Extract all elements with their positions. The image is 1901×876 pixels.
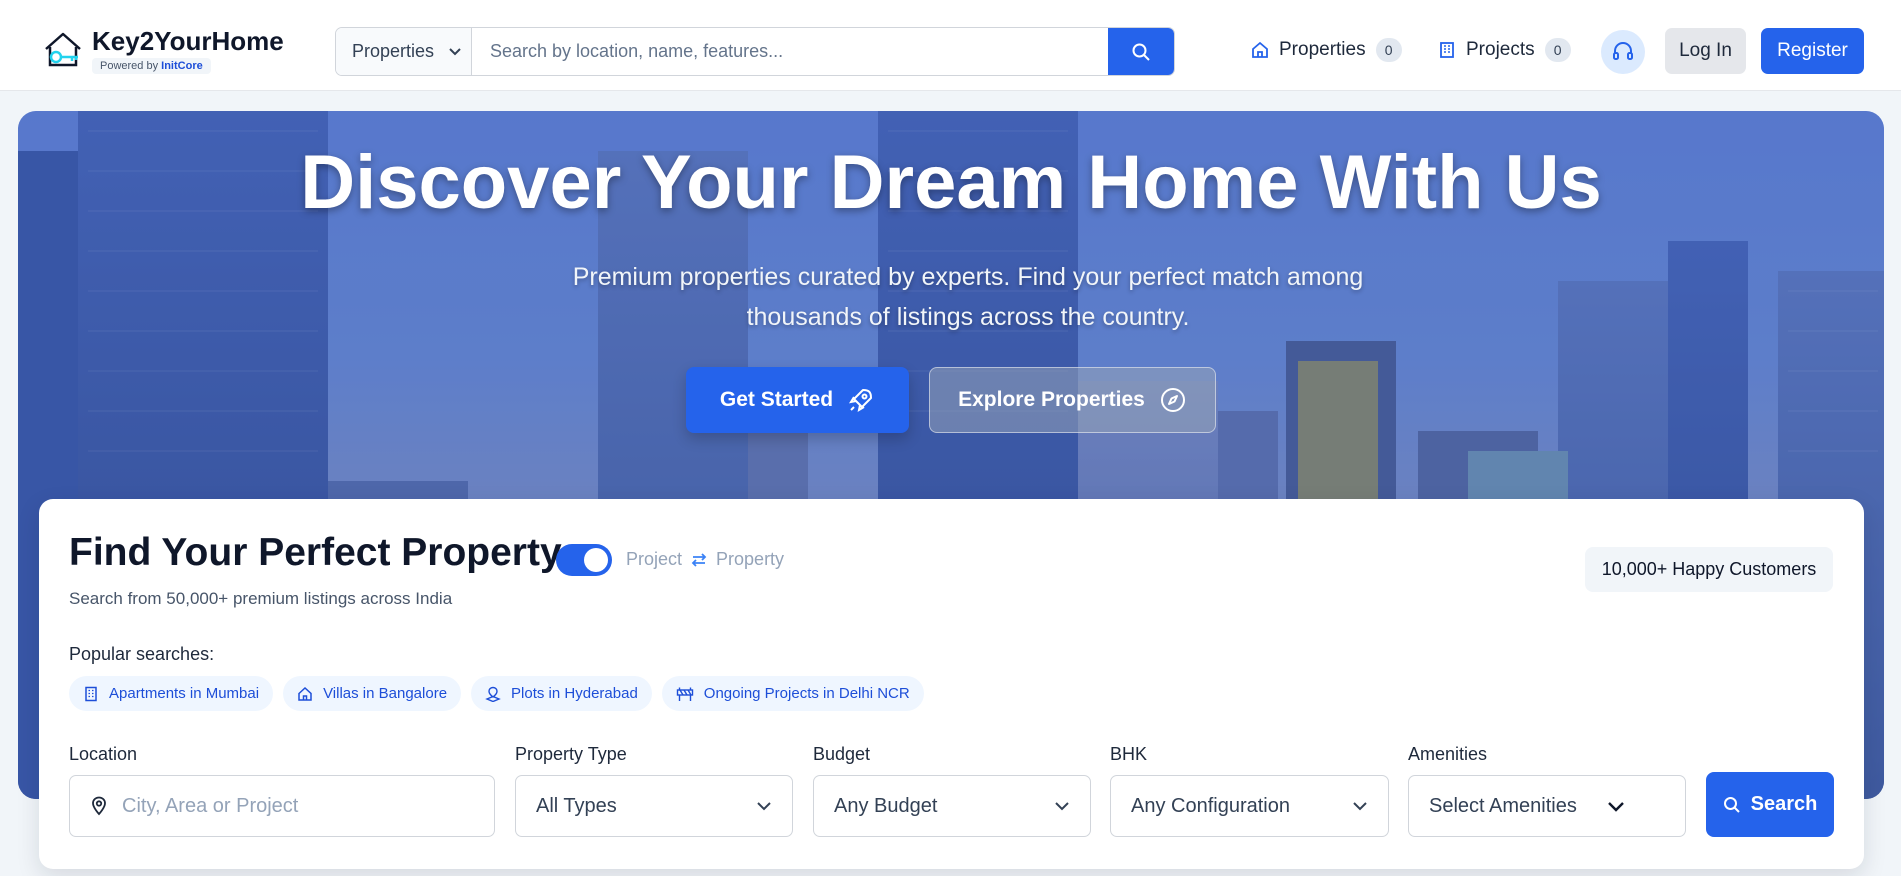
popular-search-chip[interactable]: Apartments in Mumbai: [69, 676, 274, 711]
hero-title: Discover Your Dream Home With Us: [300, 140, 1602, 225]
brand-logo[interactable]: Key2YourHome Powered by InitCore: [40, 26, 284, 74]
toggle-right-label: Property: [716, 549, 785, 569]
search-category-value: Properties: [352, 41, 435, 61]
plot-icon: [485, 686, 501, 702]
powered-by-prefix: Powered by: [100, 60, 159, 72]
property-type-select[interactable]: All Types: [515, 775, 793, 837]
rocket-icon: [849, 389, 873, 413]
popular-search-label: Plots in Hyderabad: [511, 685, 638, 702]
support-button[interactable]: [1601, 30, 1645, 74]
property-type-label: Property Type: [515, 744, 627, 764]
swap-arrows-icon: [691, 552, 707, 567]
get-started-button[interactable]: Get Started: [686, 367, 909, 433]
global-search: Properties Search by location, name, fea…: [335, 27, 1175, 76]
nav-properties-label: Properties: [1279, 39, 1366, 60]
budget-value: Any Budget: [834, 794, 938, 817]
search-input[interactable]: Search by location, name, features...: [472, 28, 1108, 75]
nav-projects-label: Projects: [1466, 39, 1535, 60]
popular-search-label: Apartments in Mumbai: [109, 685, 260, 702]
toggle-knob: [584, 548, 608, 572]
chevron-down-icon: [449, 47, 461, 55]
brand-name: Key2YourHome: [92, 26, 284, 56]
bhk-label: BHK: [1110, 744, 1148, 764]
budget-select[interactable]: Any Budget: [813, 775, 1091, 837]
villa-icon: [298, 686, 312, 701]
project-property-toggle[interactable]: [556, 544, 612, 576]
location-placeholder: City, Area or Project: [122, 794, 299, 817]
search-icon: [1132, 43, 1150, 61]
search-submit-button[interactable]: [1108, 28, 1174, 75]
bhk-value: Any Configuration: [1131, 794, 1290, 817]
compass-icon: [1160, 388, 1185, 412]
nav-projects-link[interactable]: Projects 0: [1438, 38, 1571, 62]
property-search-label: Search: [1750, 793, 1818, 815]
chevron-down-icon: [1608, 802, 1624, 812]
nav-projects-count: 0: [1544, 38, 1571, 62]
toggle-label: Project Property: [626, 549, 784, 570]
search-category-select[interactable]: Properties: [336, 28, 472, 75]
register-button[interactable]: Register: [1761, 28, 1864, 74]
top-header: Key2YourHome Powered by InitCore Propert…: [0, 0, 1901, 91]
nav-properties-count: 0: [1375, 38, 1402, 62]
search-icon: [1723, 796, 1740, 813]
construction-icon: [676, 687, 693, 701]
finder-subtitle: Search from 50,000+ premium listings acr…: [69, 589, 453, 608]
hero-subtitle: Premium properties curated by experts. F…: [572, 263, 1364, 331]
home-icon: [1252, 41, 1268, 58]
chevron-down-icon: [757, 802, 771, 811]
login-button[interactable]: Log In: [1665, 28, 1746, 74]
get-started-label: Get Started: [719, 388, 834, 411]
explore-properties-button[interactable]: Explore Properties: [929, 367, 1216, 433]
popular-searches-label: Popular searches:: [69, 644, 215, 664]
apartment-icon: [85, 686, 97, 701]
amenities-value: Select Amenities: [1429, 794, 1577, 817]
location-label: Location: [69, 744, 138, 764]
property-search-button[interactable]: Search: [1706, 772, 1834, 837]
location-input[interactable]: City, Area or Project: [69, 775, 495, 837]
amenities-label: Amenities: [1408, 744, 1488, 764]
popular-searches-list: Apartments in Mumbai Villas in Bangalore…: [69, 676, 924, 711]
headset-icon: [1613, 42, 1633, 60]
popular-search-chip[interactable]: Plots in Hyderabad: [471, 676, 652, 711]
property-type-value: All Types: [536, 794, 617, 817]
happy-customers-badge: 10,000+ Happy Customers: [1585, 547, 1833, 592]
nav-properties-link[interactable]: Properties 0: [1251, 38, 1402, 62]
popular-search-label: Ongoing Projects in Delhi NCR: [703, 685, 910, 702]
property-finder-card: Find Your Perfect Property Project Prope…: [39, 499, 1864, 869]
explore-properties-label: Explore Properties: [958, 388, 1145, 411]
toggle-left-label: Project: [626, 549, 683, 569]
popular-search-chip[interactable]: Ongoing Projects in Delhi NCR: [661, 676, 924, 711]
powered-by-badge: Powered by InitCore: [92, 58, 211, 74]
popular-search-label: Villas in Bangalore: [323, 685, 448, 702]
powered-by-name: InitCore: [161, 60, 203, 72]
map-pin-icon: [92, 796, 106, 816]
chevron-down-icon: [1055, 802, 1069, 811]
chevron-down-icon: [1353, 802, 1367, 811]
bhk-select[interactable]: Any Configuration: [1110, 775, 1389, 837]
finder-title: Find Your Perfect Property: [69, 531, 562, 574]
popular-search-chip[interactable]: Villas in Bangalore: [283, 676, 462, 711]
building-icon: [1440, 42, 1454, 58]
amenities-select[interactable]: Select Amenities: [1408, 775, 1686, 837]
house-key-logo-icon: [45, 32, 81, 67]
budget-label: Budget: [813, 744, 871, 764]
